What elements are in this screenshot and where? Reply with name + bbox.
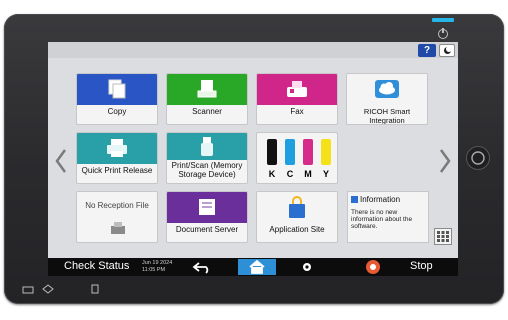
communicating-icon <box>42 284 54 294</box>
toner-bar-m <box>303 139 313 165</box>
energy-saver-button[interactable] <box>439 44 455 57</box>
status-led <box>432 18 454 22</box>
check-status-button[interactable]: Check Status <box>64 260 129 272</box>
shopping-bag-icon <box>289 196 305 218</box>
app-tile-document-server[interactable]: Document Server <box>166 191 248 243</box>
info-icon <box>351 196 358 203</box>
app-tile-copy[interactable]: Copy <box>76 73 158 125</box>
usb-icon <box>201 137 213 156</box>
toner-letter-k: K <box>269 169 276 179</box>
app-tile-fax[interactable]: Fax <box>256 73 338 125</box>
toner-bar-c <box>285 139 295 165</box>
touch-screen: ? Copy Scanner Fax RICOH Smart Integrati… <box>48 42 458 276</box>
tile-label: No Reception File <box>85 201 149 210</box>
date-text: Jun 19 2024 <box>142 260 173 266</box>
app-tile-scanner[interactable]: Scanner <box>166 73 248 125</box>
tile-label: RICOH Smart Integration <box>363 107 411 125</box>
no-reception-file-widget[interactable]: No Reception File <box>76 191 158 243</box>
tile-label: Document Server <box>175 225 239 234</box>
system-bar: Check Status Jun 19 2024 11:05 PM Stop <box>48 258 458 276</box>
tile-label: Quick Print Release <box>81 166 153 175</box>
home-icon <box>249 259 265 274</box>
scanner-band <box>167 74 247 105</box>
app-tile-application-site[interactable]: Application Site <box>256 191 338 243</box>
docserver-band <box>167 192 247 223</box>
date-time: Jun 19 2024 11:05 PM <box>142 260 172 273</box>
previous-page-icon[interactable] <box>54 148 68 174</box>
information-title: Information <box>360 195 401 204</box>
toner-bars: K CM Y <box>267 139 331 179</box>
alert-icon <box>91 284 99 294</box>
power-icon[interactable] <box>438 28 448 39</box>
next-page-icon[interactable] <box>438 148 452 174</box>
app-tile-quick-print-release[interactable]: Quick Print Release <box>76 132 158 184</box>
nfc-reader-icon <box>466 146 490 170</box>
psm-band <box>167 133 247 160</box>
cloud-icon <box>375 80 399 98</box>
toner-status-widget[interactable]: K CM Y <box>256 132 338 184</box>
fax-band <box>257 74 337 105</box>
copy-band <box>77 74 157 105</box>
toner-letter-c: C <box>287 169 294 179</box>
settings-gear-icon[interactable] <box>294 260 320 274</box>
app-tile-ricoh-smart-integration[interactable]: RICOH Smart Integration <box>346 73 428 125</box>
back-icon[interactable] <box>190 260 216 274</box>
copy-icon <box>108 79 126 99</box>
home-button[interactable] <box>238 259 276 275</box>
app-list-button[interactable] <box>434 228 452 245</box>
fax-tray-icon <box>111 222 125 234</box>
stop-button[interactable]: Stop <box>410 260 433 272</box>
qpr-band <box>77 133 157 164</box>
information-body: There is no new information about the so… <box>351 209 413 230</box>
printer-icon <box>107 139 127 157</box>
help-button[interactable]: ? <box>418 44 436 57</box>
tile-label: Fax <box>290 107 304 116</box>
data-in-icon <box>22 286 34 294</box>
top-bar: ? <box>48 42 458 58</box>
time-text: 11:05 PM <box>142 266 166 273</box>
toner-bar-k <box>267 139 277 165</box>
app-tile-print-scan-memory[interactable]: Print/Scan (Memory Storage Device) <box>166 132 248 184</box>
toner-letter-y: Y <box>323 169 329 179</box>
tile-label: Application Site <box>269 225 325 234</box>
tile-label-line-1: Print/Scan (Memory <box>171 161 243 170</box>
tile-label: Copy <box>107 107 127 116</box>
grid-icon <box>437 231 449 242</box>
information-widget[interactable]: Information There is no new information … <box>347 191 429 243</box>
toner-bar-y <box>321 139 331 165</box>
tile-label-line-2: Storage Device) <box>178 170 236 179</box>
stop-icon[interactable] <box>366 260 380 274</box>
fax-icon <box>287 81 307 97</box>
toner-letter-m: M <box>304 169 312 179</box>
scanner-icon <box>197 80 217 98</box>
appsite-band <box>257 192 337 223</box>
tile-label: Scanner <box>192 107 222 116</box>
document-server-icon <box>199 199 215 215</box>
rsi-band <box>347 74 427 105</box>
